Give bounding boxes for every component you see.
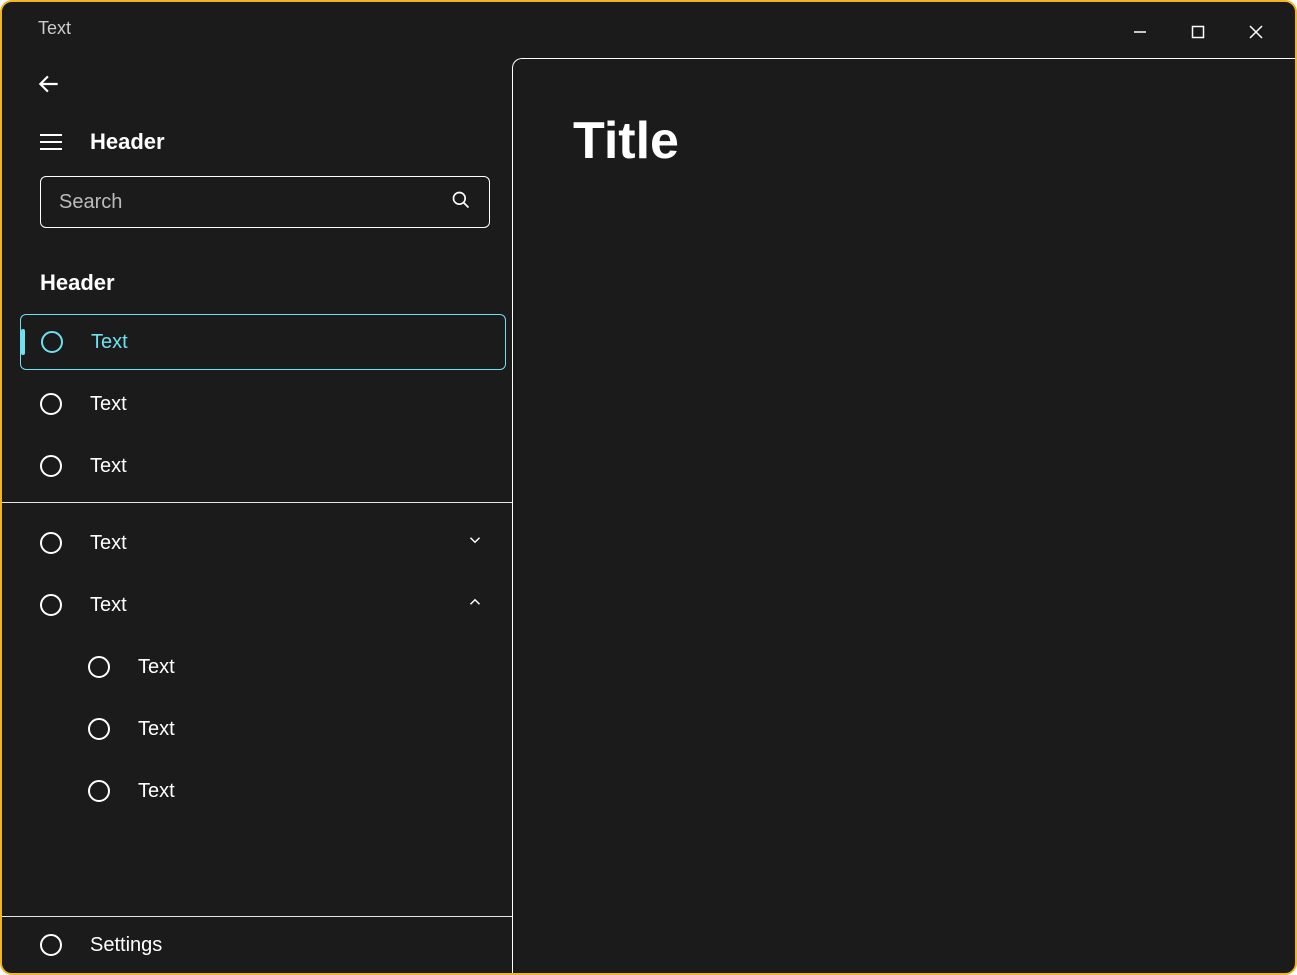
circle-icon [88, 656, 110, 678]
nav-group-2: Text Text Text [2, 503, 512, 831]
window-controls [1111, 2, 1295, 52]
circle-icon [40, 532, 62, 554]
nav-item-label: Text [90, 393, 127, 416]
nav-item-label: Text [90, 455, 127, 478]
nav-item-expandable[interactable]: Text [2, 515, 512, 571]
hamburger-menu-icon[interactable] [40, 134, 62, 150]
circle-icon [40, 393, 62, 415]
search-icon[interactable] [451, 190, 471, 215]
nav-item-expandable[interactable]: Text [2, 577, 512, 633]
close-button[interactable] [1227, 12, 1285, 52]
chevron-up-icon [466, 593, 484, 617]
nav-item-label: Text [138, 656, 175, 679]
nav-group-1: Text Text Text [2, 314, 512, 502]
sidebar: Header Header Text Text [2, 58, 512, 973]
nav-item-label: Text [90, 594, 127, 617]
nav-item[interactable]: Text [20, 314, 506, 370]
nav-item-settings[interactable]: Settings [2, 917, 512, 973]
circle-icon [88, 780, 110, 802]
circle-icon [40, 934, 62, 956]
nav-item[interactable]: Text [2, 438, 512, 494]
nav-item[interactable]: Text [2, 376, 512, 432]
circle-icon [40, 455, 62, 477]
nav-subitem[interactable]: Text [2, 701, 512, 757]
search-box[interactable] [40, 176, 490, 228]
circle-icon [88, 718, 110, 740]
titlebar: Text [2, 2, 1295, 54]
nav-subitem[interactable]: Text [2, 763, 512, 819]
nav-item-label: Text [138, 718, 175, 741]
circle-icon [41, 331, 63, 353]
app-window: Text Header [0, 0, 1297, 975]
minimize-button[interactable] [1111, 12, 1169, 52]
chevron-down-icon [466, 531, 484, 555]
nav-item-label: Text [91, 331, 128, 354]
nav-item-label: Text [90, 532, 127, 555]
section-header: Header [2, 228, 512, 314]
maximize-button[interactable] [1169, 12, 1227, 52]
sidebar-header: Header [90, 129, 165, 155]
circle-icon [40, 594, 62, 616]
search-input[interactable] [59, 191, 451, 214]
nav-subitem[interactable]: Text [2, 639, 512, 695]
window-title: Text [2, 2, 71, 39]
back-button[interactable] [36, 71, 62, 102]
nav-item-label: Settings [90, 934, 162, 957]
nav-item-label: Text [138, 780, 175, 803]
content-pane: Title [512, 58, 1295, 973]
page-title: Title [573, 111, 1235, 171]
